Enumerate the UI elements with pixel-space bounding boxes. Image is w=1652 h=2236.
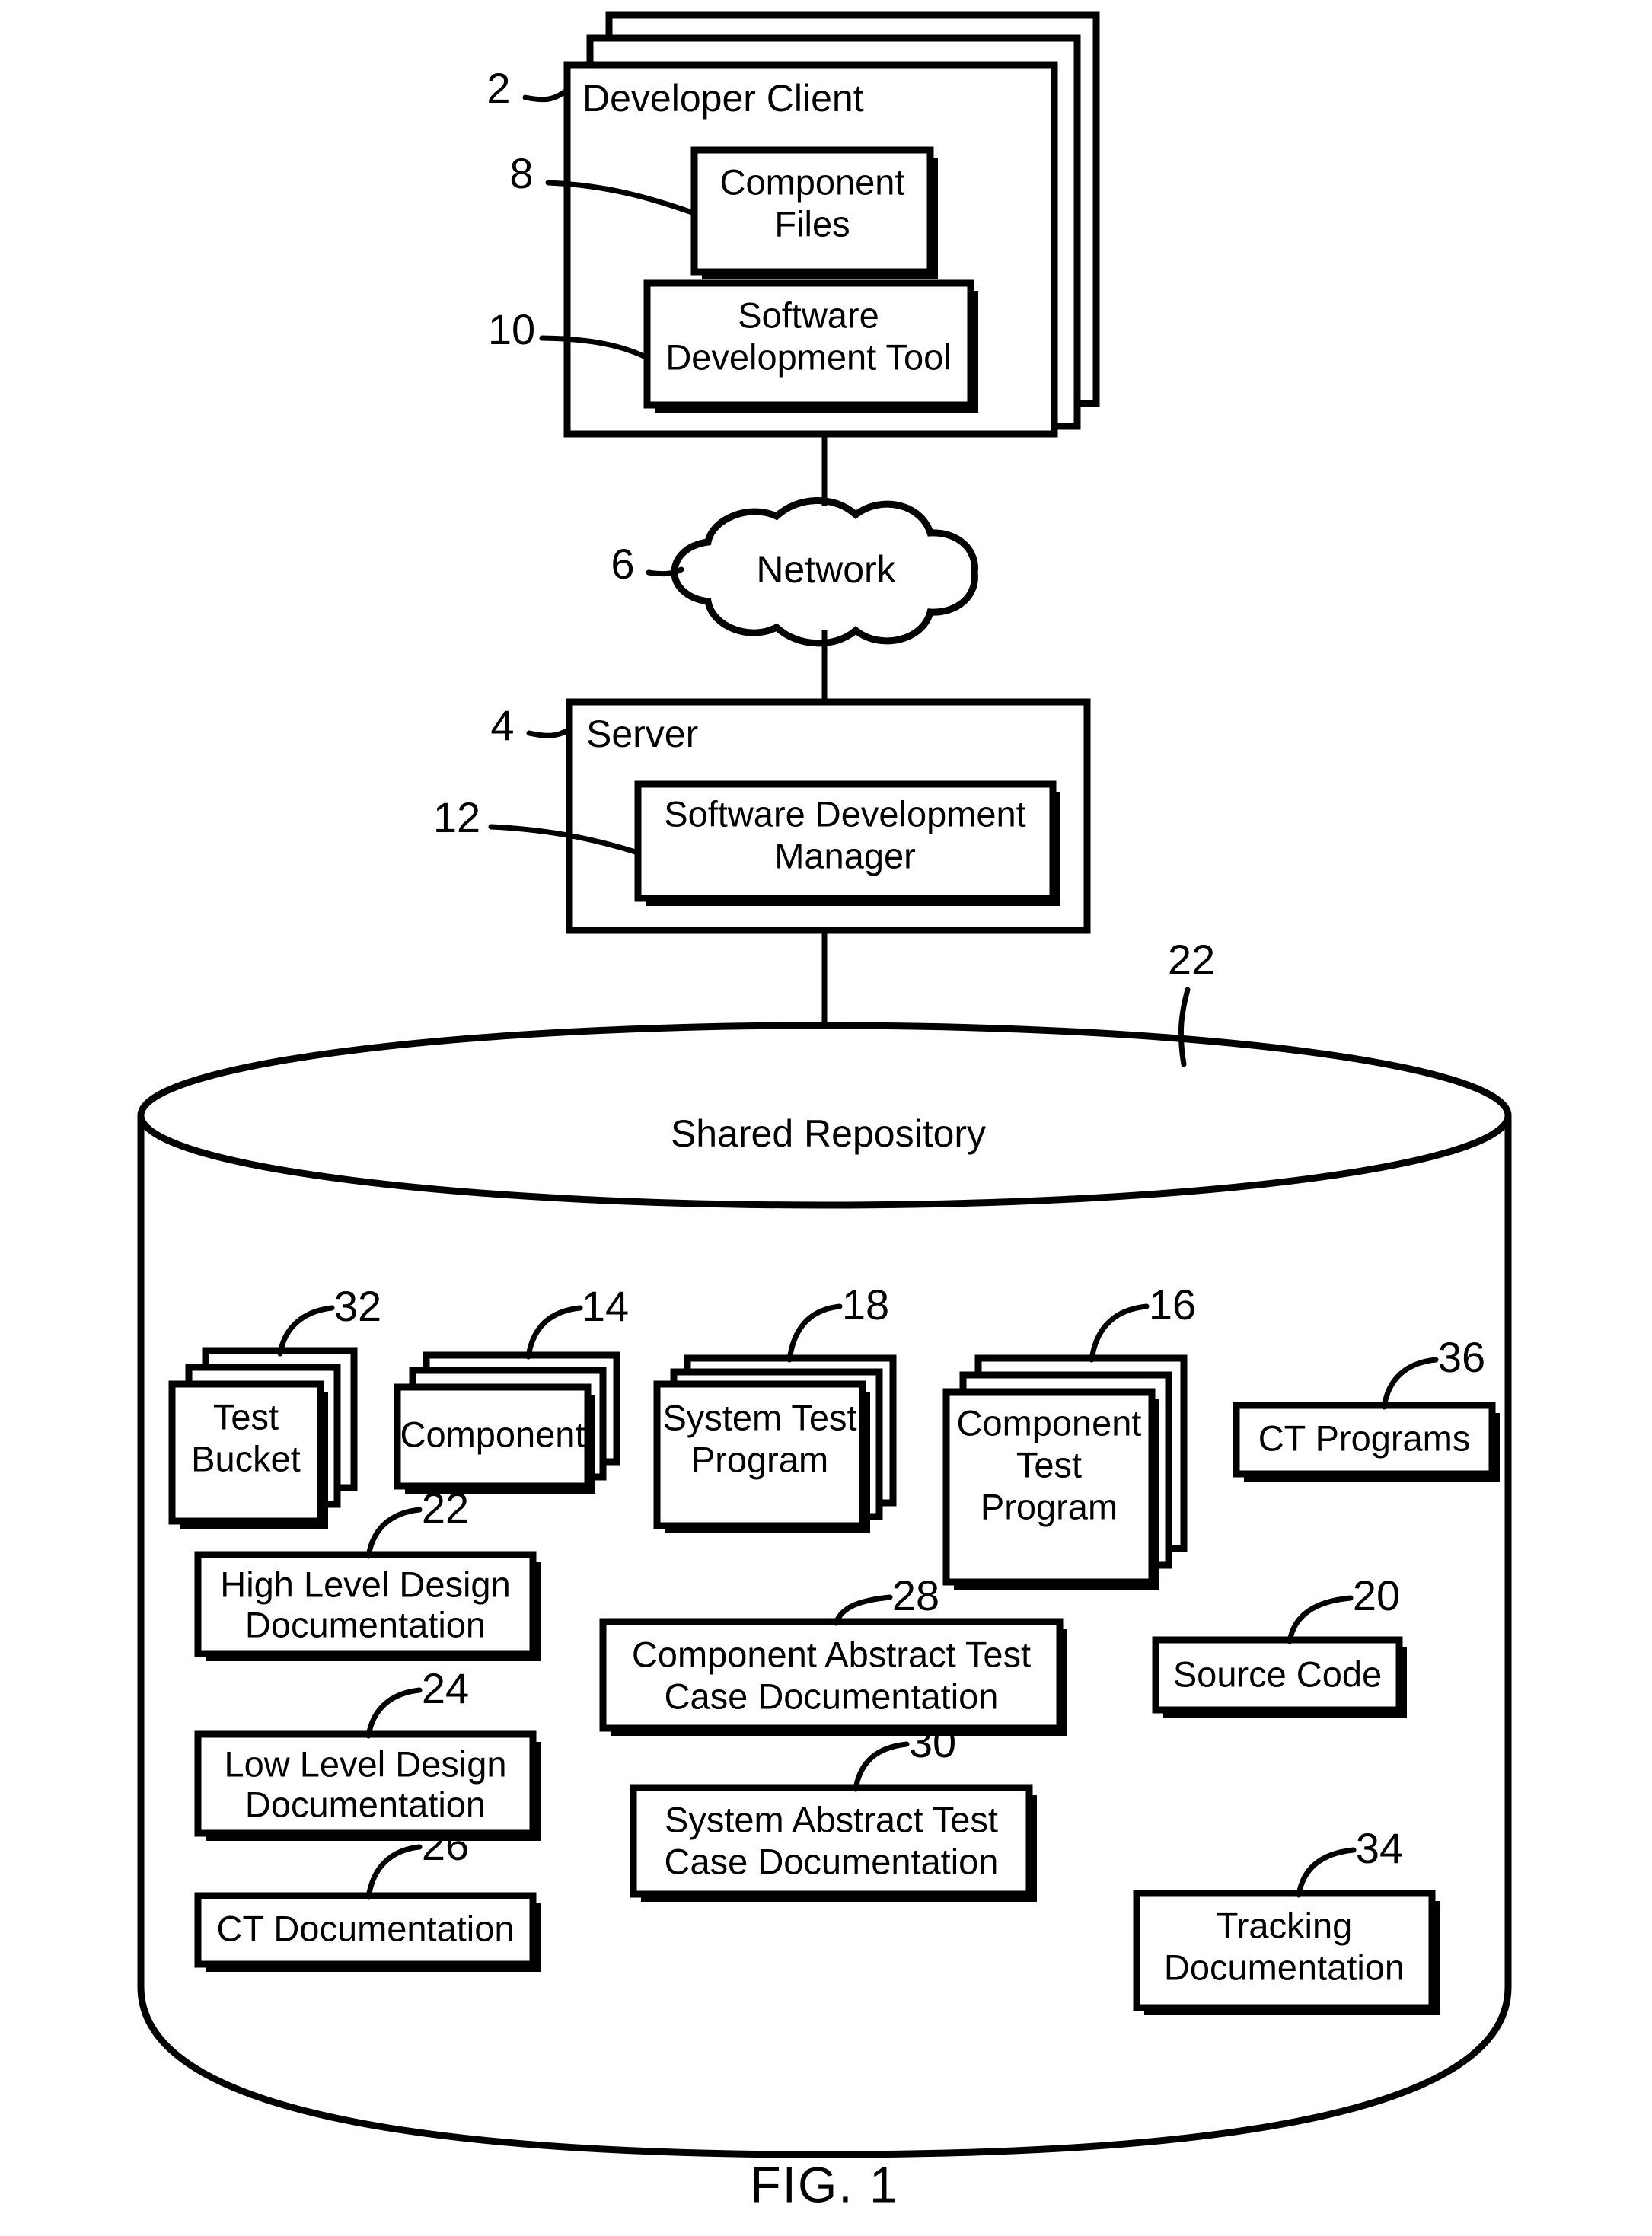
network-label: Network [756, 548, 896, 591]
high-level-design-doc-label-line2: Documentation [245, 1604, 486, 1644]
tracking-documentation-label-line1: Tracking [1217, 1905, 1352, 1945]
leader-36 [1381, 1357, 1439, 1410]
figure-caption: FIG. 1 [750, 2156, 898, 2212]
ref-24: 24 [422, 1664, 469, 1712]
ref-12: 12 [433, 793, 480, 841]
repository-item-system-abstract-test-case-doc[interactable]: System Abstract Test Case Documentation … [630, 1718, 1037, 1902]
developer-client-group: Developer Client 2 Component Files 8 Sof… [486, 11, 1100, 438]
system-test-program-label-line1: System Test [662, 1397, 856, 1437]
server-label: Server [586, 713, 698, 755]
ref-22-hld: 22 [422, 1484, 469, 1532]
ref-32: 32 [334, 1282, 381, 1330]
patent-figure: Developer Client 2 Component Files 8 Sof… [0, 0, 1652, 2236]
ref-4: 4 [490, 701, 514, 749]
repository-item-ct-documentation[interactable]: CT Documentation 26 [194, 1821, 541, 1972]
leader-14 [525, 1305, 583, 1360]
leader-34 [1296, 1847, 1357, 1898]
repository-item-source-code[interactable]: Source Code 20 [1152, 1571, 1407, 1718]
leader-20 [1287, 1595, 1354, 1644]
software-development-manager-label-line2: Manager [774, 835, 916, 876]
repository-item-test-bucket[interactable]: Test Bucket 32 [168, 1282, 381, 1529]
ref-20: 20 [1353, 1571, 1400, 1619]
ref-6: 6 [611, 540, 634, 588]
component-abstract-test-case-doc-label-line1: Component Abstract Test [632, 1634, 1031, 1674]
leader-4 [526, 726, 572, 738]
tracking-documentation-label-line2: Documentation [1164, 1947, 1405, 1987]
component-files-label-line2: Files [774, 203, 850, 244]
ref-10: 10 [488, 305, 535, 353]
component-files-label-line1: Component [720, 161, 905, 202]
leader-32 [277, 1305, 335, 1357]
leader-6 [646, 566, 684, 577]
leader-16 [1089, 1303, 1150, 1363]
repository-item-component[interactable]: Component 14 [394, 1282, 629, 1494]
component-label-line1: Component [400, 1414, 585, 1454]
repository-item-system-test-program[interactable]: System Test Program 18 [653, 1281, 897, 1533]
ref-30: 30 [909, 1718, 956, 1766]
ct-documentation-label: CT Documentation [217, 1908, 515, 1948]
leader-2 [522, 87, 570, 103]
ref-26: 26 [422, 1821, 469, 1869]
leader-22-hld [365, 1507, 423, 1559]
test-bucket-label-line1: Test [213, 1396, 279, 1437]
server-group: Server 4 Software Development Manager 12 [433, 698, 1091, 934]
source-code-label: Source Code [1173, 1654, 1382, 1694]
repository-item-tracking-documentation[interactable]: Tracking Documentation 34 [1133, 1824, 1440, 2015]
ref-18: 18 [842, 1281, 889, 1329]
network-group: Network 6 [611, 497, 978, 647]
software-development-tool-label-line1: Software [738, 295, 879, 335]
repository-item-low-level-design-doc[interactable]: Low Level Design Documentation 24 [194, 1664, 541, 1841]
ref-8: 8 [509, 149, 533, 197]
repository-item-component-abstract-test-case-doc[interactable]: Component Abstract Test Case Documentati… [599, 1571, 1067, 1736]
ref-34: 34 [1356, 1824, 1403, 1872]
figure-canvas: Developer Client 2 Component Files 8 Sof… [137, 11, 1512, 2212]
leader-26 [365, 1844, 423, 1900]
ref-28: 28 [892, 1571, 939, 1619]
repository-item-ct-programs[interactable]: CT Programs 36 [1233, 1333, 1500, 1482]
ref-2: 2 [486, 64, 510, 112]
ref-16: 16 [1149, 1281, 1196, 1329]
developer-client-label: Developer Client [582, 77, 864, 120]
ct-programs-label: CT Programs [1258, 1418, 1471, 1458]
shared-repository-group: Shared Repository 22 Test Bucket 32 Comp… [137, 936, 1512, 2158]
ref-22-repository: 22 [1168, 936, 1215, 984]
leader-30 [853, 1741, 910, 1792]
system-abstract-test-case-doc-label-line1: System Abstract Test [665, 1799, 998, 1839]
software-development-manager-label-line1: Software Development [664, 793, 1025, 834]
test-bucket-label-line2: Bucket [191, 1438, 301, 1478]
ref-14: 14 [582, 1282, 629, 1330]
software-development-tool-label-line2: Development Tool [665, 337, 951, 377]
component-abstract-test-case-doc-label-line2: Case Documentation [665, 1676, 999, 1716]
leader-24 [365, 1687, 423, 1739]
ref-36: 36 [1438, 1333, 1485, 1381]
low-level-design-doc-label-line1: Low Level Design [225, 1743, 507, 1784]
system-test-program-label-line2: Program [691, 1439, 828, 1479]
leader-18 [786, 1303, 843, 1363]
repository-label: Shared Repository [671, 1112, 986, 1155]
component-test-program-label-line3: Program [981, 1486, 1118, 1526]
high-level-design-doc-label-line1: High Level Design [220, 1564, 510, 1604]
component-test-program-label-line1: Component [957, 1402, 1142, 1443]
system-abstract-test-case-doc-label-line2: Case Documentation [665, 1841, 999, 1881]
component-test-program-label-line2: Test [1016, 1444, 1082, 1485]
leader-22-repository [1178, 987, 1191, 1067]
repository-item-component-test-program[interactable]: Component Test Program 16 [942, 1281, 1196, 1590]
low-level-design-doc-label-line2: Documentation [245, 1784, 486, 1824]
